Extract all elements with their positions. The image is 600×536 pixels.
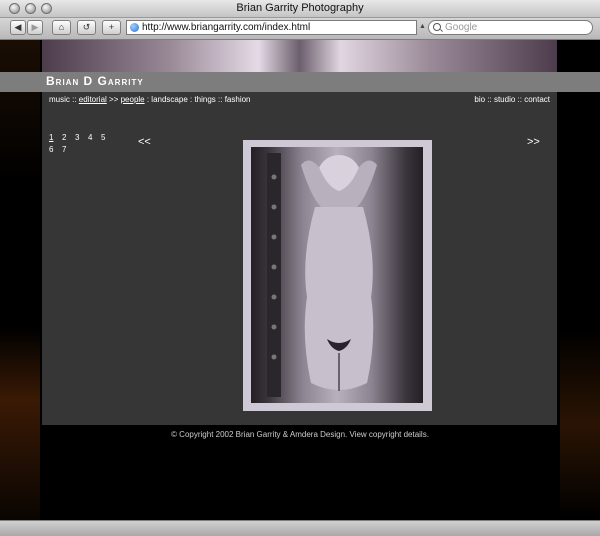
plus-icon: + (108, 22, 115, 32)
web-page: Brian D Garrity music :: editorial >> pe… (0, 40, 600, 520)
gallery-photo (243, 140, 432, 411)
page-link-5[interactable]: 5 (101, 132, 112, 144)
page-link-4[interactable]: 4 (88, 132, 99, 144)
reload-icon: ↺ (82, 22, 91, 32)
page-link-2[interactable]: 2 (62, 132, 73, 144)
page-link-7[interactable]: 7 (62, 144, 73, 156)
next-photo-link[interactable]: >> (527, 136, 540, 148)
address-text: http://www.briangarrity.com/index.html (142, 22, 311, 33)
globe-icon (130, 23, 139, 32)
nav-separator: :: (485, 95, 494, 104)
nav-separator: >> (106, 95, 121, 104)
reload-button[interactable]: ↺ (77, 20, 96, 35)
home-button[interactable]: ⌂ (52, 20, 71, 35)
nav-music[interactable]: music (49, 95, 70, 104)
site-brand[interactable]: Brian D Garrity (46, 74, 144, 88)
page-number-list: 12345 67 (49, 132, 119, 156)
browser-toolbar: ◀ ▶ ⌂ ↺ + http://www.briangarrity.com/in… (0, 18, 600, 40)
nav-separator: :: (69, 95, 79, 104)
window-title: Brian Garrity Photography (236, 2, 364, 14)
main-content: music :: editorial >> people : landscape… (42, 92, 557, 425)
page-link-3[interactable]: 3 (75, 132, 86, 144)
address-dropdown-icon[interactable]: ▲ (419, 23, 426, 30)
back-button[interactable]: ◀ (10, 20, 26, 35)
info-nav: bio :: studio :: contact (474, 95, 550, 104)
home-icon: ⌂ (58, 22, 65, 32)
title-bar: Brian Garrity Photography (0, 0, 600, 18)
nav-landscape[interactable]: landscape (151, 95, 187, 104)
back-arrow-icon: ◀ (14, 22, 22, 32)
search-field[interactable]: Google (428, 20, 593, 35)
nav-contact[interactable]: contact (524, 95, 550, 104)
nav-separator: :: (215, 95, 225, 104)
nav-bio[interactable]: bio (474, 95, 485, 104)
status-bar (0, 520, 600, 536)
nav-fashion[interactable]: fashion (225, 95, 251, 104)
header-banner-image (42, 40, 557, 72)
previous-photo-link[interactable]: << (138, 136, 151, 148)
brand-bar: Brian D Garrity (0, 72, 600, 92)
forward-arrow-icon: ▶ (31, 22, 39, 32)
photo-content (251, 147, 423, 403)
forward-button[interactable]: ▶ (27, 20, 43, 35)
nav-editorial[interactable]: editorial (79, 95, 107, 104)
nav-separator: :: (515, 95, 525, 104)
background-left (0, 40, 40, 520)
address-bar[interactable]: http://www.briangarrity.com/index.html (126, 20, 417, 35)
page-link-6[interactable]: 6 (49, 144, 60, 156)
category-nav: music :: editorial >> people : landscape… (49, 95, 251, 104)
background-right (560, 40, 600, 520)
search-icon (433, 23, 441, 31)
copyright-footer: © Copyright 2002 Brian Garrity & Amdera … (171, 430, 429, 439)
search-placeholder: Google (445, 22, 478, 33)
page-link-1[interactable]: 1 (49, 132, 60, 144)
nav-people[interactable]: people (121, 95, 145, 104)
nav-things[interactable]: things (194, 95, 215, 104)
photo-figure (267, 153, 377, 397)
add-bookmark-button[interactable]: + (102, 20, 121, 35)
nav-studio[interactable]: studio (494, 95, 515, 104)
